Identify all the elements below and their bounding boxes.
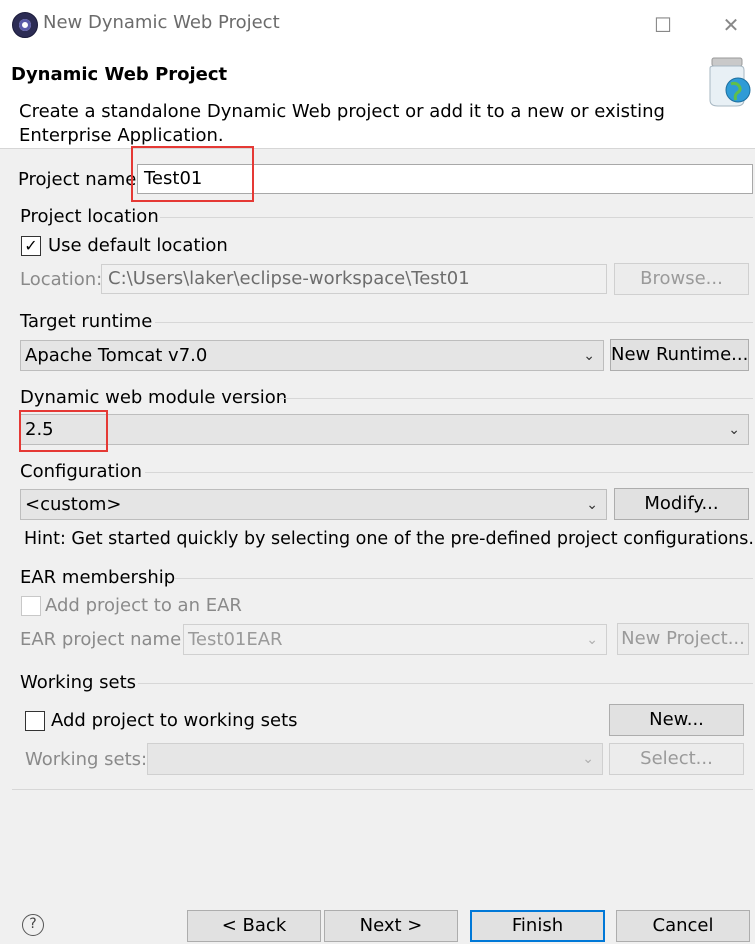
close-icon[interactable]: ✕ <box>718 12 744 38</box>
project-name-input[interactable]: Test01 <box>137 164 753 194</box>
window-title: New Dynamic Web Project <box>43 12 280 33</box>
new-ear-project-button[interactable]: New Project... <box>617 623 749 655</box>
add-to-working-sets-label[interactable]: Add project to working sets <box>51 710 298 731</box>
group-divider <box>155 322 753 323</box>
group-divider <box>175 578 753 579</box>
target-runtime-group-label: Target runtime <box>20 311 153 332</box>
add-to-working-sets-checkbox[interactable] <box>25 711 45 731</box>
finish-button[interactable]: Finish <box>470 910 605 942</box>
page-title: Dynamic Web Project <box>11 64 228 85</box>
modify-button[interactable]: Modify... <box>614 488 749 520</box>
chevron-down-icon: ⌄ <box>586 497 598 513</box>
next-button[interactable]: Next > <box>324 910 458 942</box>
use-default-location-checkbox[interactable]: ✓ <box>21 236 41 256</box>
configuration-select[interactable]: <custom> ⌄ <box>20 489 607 520</box>
cancel-button[interactable]: Cancel <box>616 910 750 942</box>
use-default-location-label[interactable]: Use default location <box>48 235 228 256</box>
chevron-down-icon: ⌄ <box>728 422 740 438</box>
working-sets-group-label: Working sets <box>20 672 137 693</box>
location-input[interactable]: C:\Users\laker\eclipse-workspace\Test01 <box>101 264 607 294</box>
chevron-down-icon: ⌄ <box>586 632 598 648</box>
project-location-group-label: Project location <box>20 206 159 227</box>
page-description: Create a standalone Dynamic Web project … <box>19 101 665 146</box>
configuration-group-label: Configuration <box>20 461 143 482</box>
configuration-hint: Hint: Get started quickly by selecting o… <box>24 529 754 549</box>
new-working-set-button[interactable]: New... <box>609 704 744 736</box>
group-divider <box>160 217 753 218</box>
ear-project-name-select[interactable]: Test01EAR ⌄ <box>183 624 607 655</box>
configuration-value: <custom> <box>25 494 122 515</box>
module-version-value: 2.5 <box>25 419 54 440</box>
group-divider <box>145 472 753 473</box>
working-sets-select[interactable]: ⌄ <box>147 743 603 775</box>
module-version-select[interactable]: 2.5 ⌄ <box>20 414 749 445</box>
help-icon[interactable]: ? <box>22 914 44 936</box>
working-sets-label: Working sets: <box>25 749 148 770</box>
ear-project-name-label: EAR project name: <box>20 629 188 650</box>
group-divider <box>12 789 753 790</box>
target-runtime-select[interactable]: Apache Tomcat v7.0 ⌄ <box>20 340 604 371</box>
back-button[interactable]: < Back <box>187 910 321 942</box>
browse-button[interactable]: Browse... <box>614 263 749 295</box>
eclipse-icon <box>12 12 38 38</box>
module-version-group-label: Dynamic web module version <box>20 387 288 408</box>
add-to-ear-checkbox[interactable] <box>21 596 41 616</box>
group-divider <box>280 398 753 399</box>
ear-group-label: EAR membership <box>20 567 176 588</box>
new-runtime-button[interactable]: New Runtime... <box>610 339 749 371</box>
target-runtime-value: Apache Tomcat v7.0 <box>25 345 208 366</box>
select-working-sets-button[interactable]: Select... <box>609 743 744 775</box>
chevron-down-icon: ⌄ <box>583 348 595 364</box>
add-to-ear-label[interactable]: Add project to an EAR <box>45 595 242 616</box>
location-label: Location: <box>20 269 103 290</box>
ear-project-name-value: Test01EAR <box>188 629 283 650</box>
jar-globe-icon <box>709 57 751 107</box>
group-divider <box>138 683 753 684</box>
project-name-label: Project name <box>18 169 137 190</box>
chevron-down-icon: ⌄ <box>582 751 594 767</box>
maximize-icon[interactable]: ☐ <box>650 12 676 38</box>
